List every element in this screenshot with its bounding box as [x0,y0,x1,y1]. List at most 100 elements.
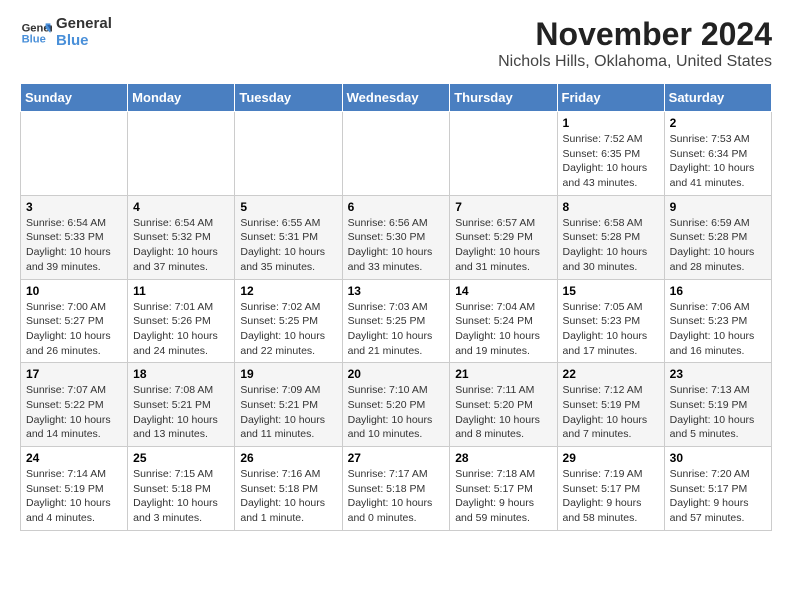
calendar-cell: 16Sunrise: 7:06 AM Sunset: 5:23 PM Dayli… [664,279,771,363]
day-number: 2 [670,116,766,130]
calendar-cell: 11Sunrise: 7:01 AM Sunset: 5:26 PM Dayli… [128,279,235,363]
calendar-cell: 4 Sunrise: 6:54 AM Sunset: 5:32 PM Daylig… [128,195,235,279]
calendar-cell: 1Sunrise: 7:52 AM Sunset: 6:35 PM Daylig… [557,112,664,196]
day-info: Sunrise: 6:59 AM Sunset: 5:28 PM Dayligh… [670,216,766,275]
calendar-cell [450,112,557,196]
logo: General Blue General Blue [20,16,112,49]
calendar-cell: 10 Sunrise: 7:00 AM Sunset: 5:27 PM Dayli… [21,279,128,363]
svg-text:Blue: Blue [22,33,46,45]
day-info: Sunrise: 7:18 AM Sunset: 5:17 PM Dayligh… [455,467,551,526]
weekday-header-monday: Monday [128,84,235,112]
calendar-cell: 21Sunrise: 7:11 AM Sunset: 5:20 PM Dayli… [450,363,557,447]
calendar-cell: 8 Sunrise: 6:58 AM Sunset: 5:28 PM Daylig… [557,195,664,279]
calendar-cell: 13 Sunrise: 7:03 AM Sunset: 5:25 PM Dayli… [342,279,450,363]
day-info: Sunrise: 7:14 AM Sunset: 5:19 PM Dayligh… [26,467,122,526]
header: General Blue General Blue November 2024 … [20,16,772,71]
calendar-cell: 29 Sunrise: 7:19 AM Sunset: 5:17 PM Dayli… [557,447,664,531]
title-area: November 2024 Nichols Hills, Oklahoma, U… [498,16,772,71]
day-info: Sunrise: 6:56 AM Sunset: 5:30 PM Dayligh… [348,216,445,275]
day-info: Sunrise: 7:53 AM Sunset: 6:34 PM Dayligh… [670,132,766,191]
weekday-header-row: SundayMondayTuesdayWednesdayThursdayFrid… [21,84,772,112]
calendar-cell: 30 Sunrise: 7:20 AM Sunset: 5:17 PM Dayli… [664,447,771,531]
calendar-week-5: 24Sunrise: 7:14 AM Sunset: 5:19 PM Dayli… [21,447,772,531]
weekday-header-friday: Friday [557,84,664,112]
day-number: 1 [563,116,659,130]
day-info: Sunrise: 6:54 AM Sunset: 5:33 PM Dayligh… [26,216,122,275]
day-info: Sunrise: 7:04 AM Sunset: 5:24 PM Dayligh… [455,300,551,359]
day-number: 7 [455,200,551,214]
day-info: Sunrise: 7:05 AM Sunset: 5:23 PM Dayligh… [563,300,659,359]
day-number: 3 [26,200,122,214]
day-number: 28 [455,451,551,465]
day-info: Sunrise: 7:03 AM Sunset: 5:25 PM Dayligh… [348,300,445,359]
day-info: Sunrise: 6:57 AM Sunset: 5:29 PM Dayligh… [455,216,551,275]
calendar-cell: 18Sunrise: 7:08 AM Sunset: 5:21 PM Dayli… [128,363,235,447]
day-number: 14 [455,284,551,298]
day-number: 8 [563,200,659,214]
logo-text-general: General [56,16,112,33]
day-number: 12 [240,284,336,298]
day-info: Sunrise: 7:19 AM Sunset: 5:17 PM Dayligh… [563,467,659,526]
month-title: November 2024 [498,16,772,53]
calendar-week-1: 1Sunrise: 7:52 AM Sunset: 6:35 PM Daylig… [21,112,772,196]
calendar-cell: 6 Sunrise: 6:56 AM Sunset: 5:30 PM Daylig… [342,195,450,279]
day-number: 19 [240,367,336,381]
day-info: Sunrise: 7:12 AM Sunset: 5:19 PM Dayligh… [563,383,659,442]
day-info: Sunrise: 7:07 AM Sunset: 5:22 PM Dayligh… [26,383,122,442]
day-number: 20 [348,367,445,381]
calendar-cell: 12 Sunrise: 7:02 AM Sunset: 5:25 PM Dayli… [235,279,342,363]
calendar-cell: 17 Sunrise: 7:07 AM Sunset: 5:22 PM Dayli… [21,363,128,447]
calendar: SundayMondayTuesdayWednesdayThursdayFrid… [20,83,772,531]
day-number: 6 [348,200,445,214]
calendar-cell: 28 Sunrise: 7:18 AM Sunset: 5:17 PM Dayli… [450,447,557,531]
day-info: Sunrise: 7:11 AM Sunset: 5:20 PM Dayligh… [455,383,551,442]
day-number: 5 [240,200,336,214]
calendar-week-2: 3 Sunrise: 6:54 AM Sunset: 5:33 PM Daylig… [21,195,772,279]
weekday-header-thursday: Thursday [450,84,557,112]
day-info: Sunrise: 7:13 AM Sunset: 5:19 PM Dayligh… [670,383,766,442]
day-info: Sunrise: 6:55 AM Sunset: 5:31 PM Dayligh… [240,216,336,275]
weekday-header-saturday: Saturday [664,84,771,112]
day-info: Sunrise: 7:16 AM Sunset: 5:18 PM Dayligh… [240,467,336,526]
day-number: 27 [348,451,445,465]
calendar-cell: 5 Sunrise: 6:55 AM Sunset: 5:31 PM Daylig… [235,195,342,279]
day-info: Sunrise: 6:58 AM Sunset: 5:28 PM Dayligh… [563,216,659,275]
day-number: 29 [563,451,659,465]
day-info: Sunrise: 6:54 AM Sunset: 5:32 PM Dayligh… [133,216,229,275]
day-info: Sunrise: 7:20 AM Sunset: 5:17 PM Dayligh… [670,467,766,526]
day-info: Sunrise: 7:17 AM Sunset: 5:18 PM Dayligh… [348,467,445,526]
day-number: 4 [133,200,229,214]
calendar-cell: 22 Sunrise: 7:12 AM Sunset: 5:19 PM Dayli… [557,363,664,447]
calendar-cell: 20Sunrise: 7:10 AM Sunset: 5:20 PM Dayli… [342,363,450,447]
weekday-header-sunday: Sunday [21,84,128,112]
calendar-cell: 19Sunrise: 7:09 AM Sunset: 5:21 PM Dayli… [235,363,342,447]
day-number: 30 [670,451,766,465]
day-number: 23 [670,367,766,381]
day-info: Sunrise: 7:00 AM Sunset: 5:27 PM Dayligh… [26,300,122,359]
day-info: Sunrise: 7:02 AM Sunset: 5:25 PM Dayligh… [240,300,336,359]
day-info: Sunrise: 7:15 AM Sunset: 5:18 PM Dayligh… [133,467,229,526]
calendar-cell: 25 Sunrise: 7:15 AM Sunset: 5:18 PM Dayli… [128,447,235,531]
day-number: 13 [348,284,445,298]
calendar-cell: 27 Sunrise: 7:17 AM Sunset: 5:18 PM Dayli… [342,447,450,531]
calendar-week-4: 17 Sunrise: 7:07 AM Sunset: 5:22 PM Dayli… [21,363,772,447]
day-info: Sunrise: 7:06 AM Sunset: 5:23 PM Dayligh… [670,300,766,359]
calendar-cell: 9 Sunrise: 6:59 AM Sunset: 5:28 PM Daylig… [664,195,771,279]
day-number: 9 [670,200,766,214]
calendar-cell [21,112,128,196]
calendar-cell: 3 Sunrise: 6:54 AM Sunset: 5:33 PM Daylig… [21,195,128,279]
day-number: 15 [563,284,659,298]
calendar-week-3: 10 Sunrise: 7:00 AM Sunset: 5:27 PM Dayli… [21,279,772,363]
logo-text-blue: Blue [56,33,112,50]
calendar-cell: 24Sunrise: 7:14 AM Sunset: 5:19 PM Dayli… [21,447,128,531]
day-number: 26 [240,451,336,465]
calendar-cell [235,112,342,196]
day-number: 25 [133,451,229,465]
calendar-cell: 26 Sunrise: 7:16 AM Sunset: 5:18 PM Dayli… [235,447,342,531]
day-number: 17 [26,367,122,381]
weekday-header-tuesday: Tuesday [235,84,342,112]
day-number: 10 [26,284,122,298]
location-title: Nichols Hills, Oklahoma, United States [498,53,772,71]
calendar-cell: 2 Sunrise: 7:53 AM Sunset: 6:34 PM Daylig… [664,112,771,196]
day-number: 22 [563,367,659,381]
